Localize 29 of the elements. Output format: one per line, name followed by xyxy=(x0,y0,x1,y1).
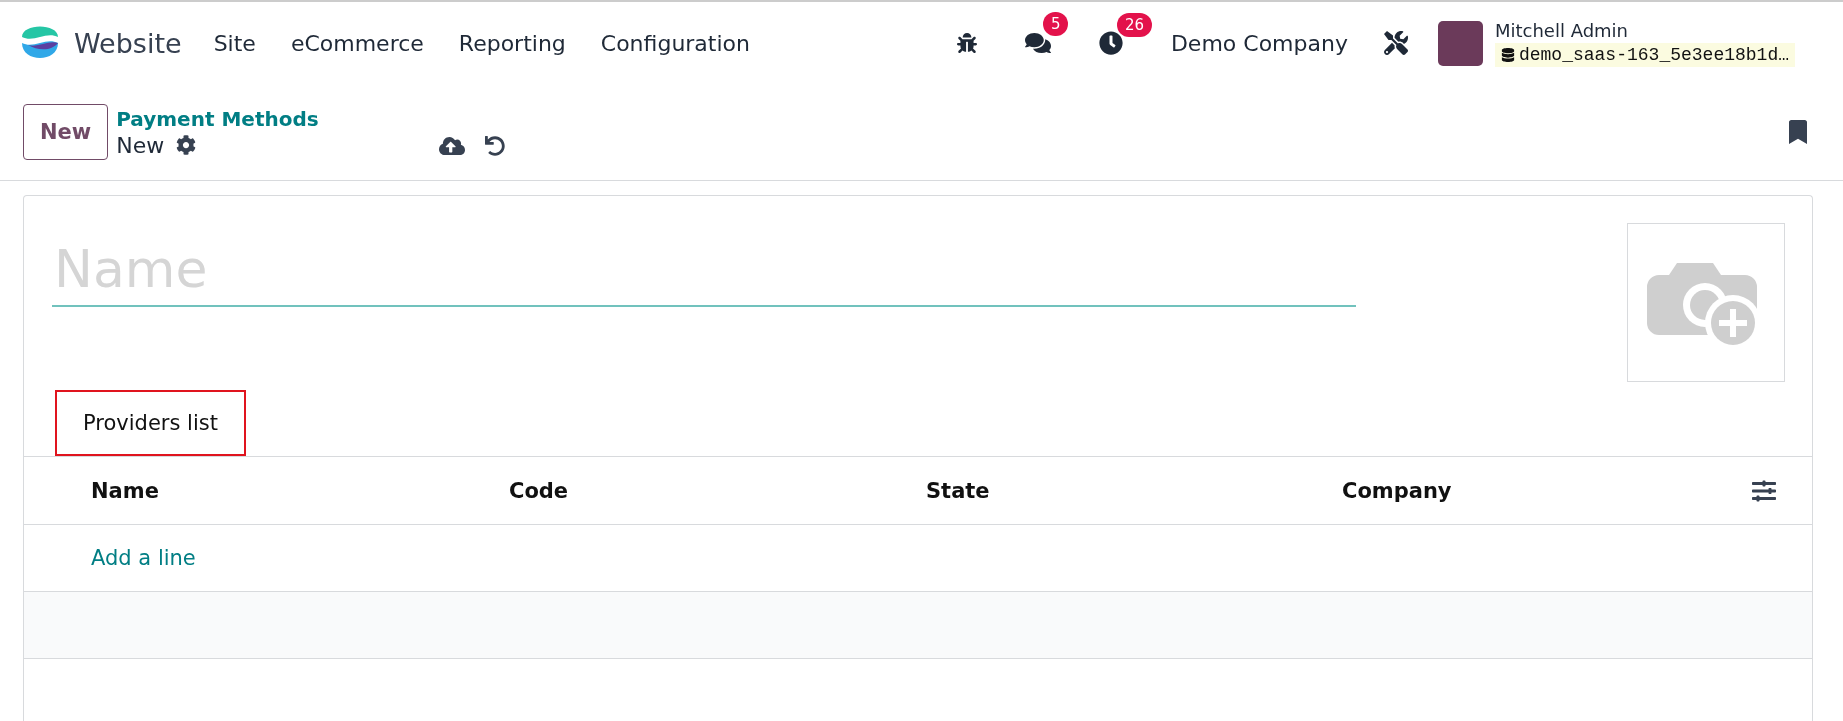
column-header[interactable]: Company xyxy=(1342,478,1752,503)
menu-item[interactable]: Configuration xyxy=(600,30,750,56)
column-header[interactable]: Code xyxy=(509,478,926,503)
record-title: New xyxy=(116,132,165,158)
database-icon xyxy=(1500,47,1515,62)
add-line-link[interactable]: Add a line xyxy=(91,546,926,570)
message-count-badge: 5 xyxy=(1042,12,1069,36)
column-header[interactable]: Name xyxy=(91,478,509,503)
user-name[interactable]: Mitchell Admin xyxy=(1494,19,1795,41)
settings-icon[interactable] xyxy=(176,135,197,155)
column-settings-icon[interactable] xyxy=(1752,478,1776,503)
chat-icon[interactable] xyxy=(1024,30,1051,56)
menu-item[interactable]: eCommerce xyxy=(290,30,424,56)
clock-icon[interactable] xyxy=(1098,31,1123,55)
tab[interactable]: Providers list xyxy=(55,390,246,456)
activity-count-badge: 26 xyxy=(1116,13,1152,37)
bookmark-icon[interactable] xyxy=(1786,120,1810,144)
bug-icon[interactable] xyxy=(956,33,977,53)
new-button[interactable]: New xyxy=(23,104,109,160)
company-switcher[interactable]: Demo Company xyxy=(1170,30,1348,56)
breadcrumb-link[interactable]: Payment Methods xyxy=(116,106,319,131)
database-name: demo_saas-163_5e3ee18b1d… xyxy=(1494,42,1795,67)
menu-item[interactable]: Reporting xyxy=(458,30,566,56)
column-header[interactable]: State xyxy=(926,478,1342,503)
undo-icon[interactable] xyxy=(484,136,505,156)
user-avatar[interactable] xyxy=(1437,20,1483,66)
menu-item[interactable]: Site xyxy=(213,30,256,56)
tools-icon[interactable] xyxy=(1383,31,1408,55)
app-name[interactable]: Website xyxy=(74,27,182,59)
